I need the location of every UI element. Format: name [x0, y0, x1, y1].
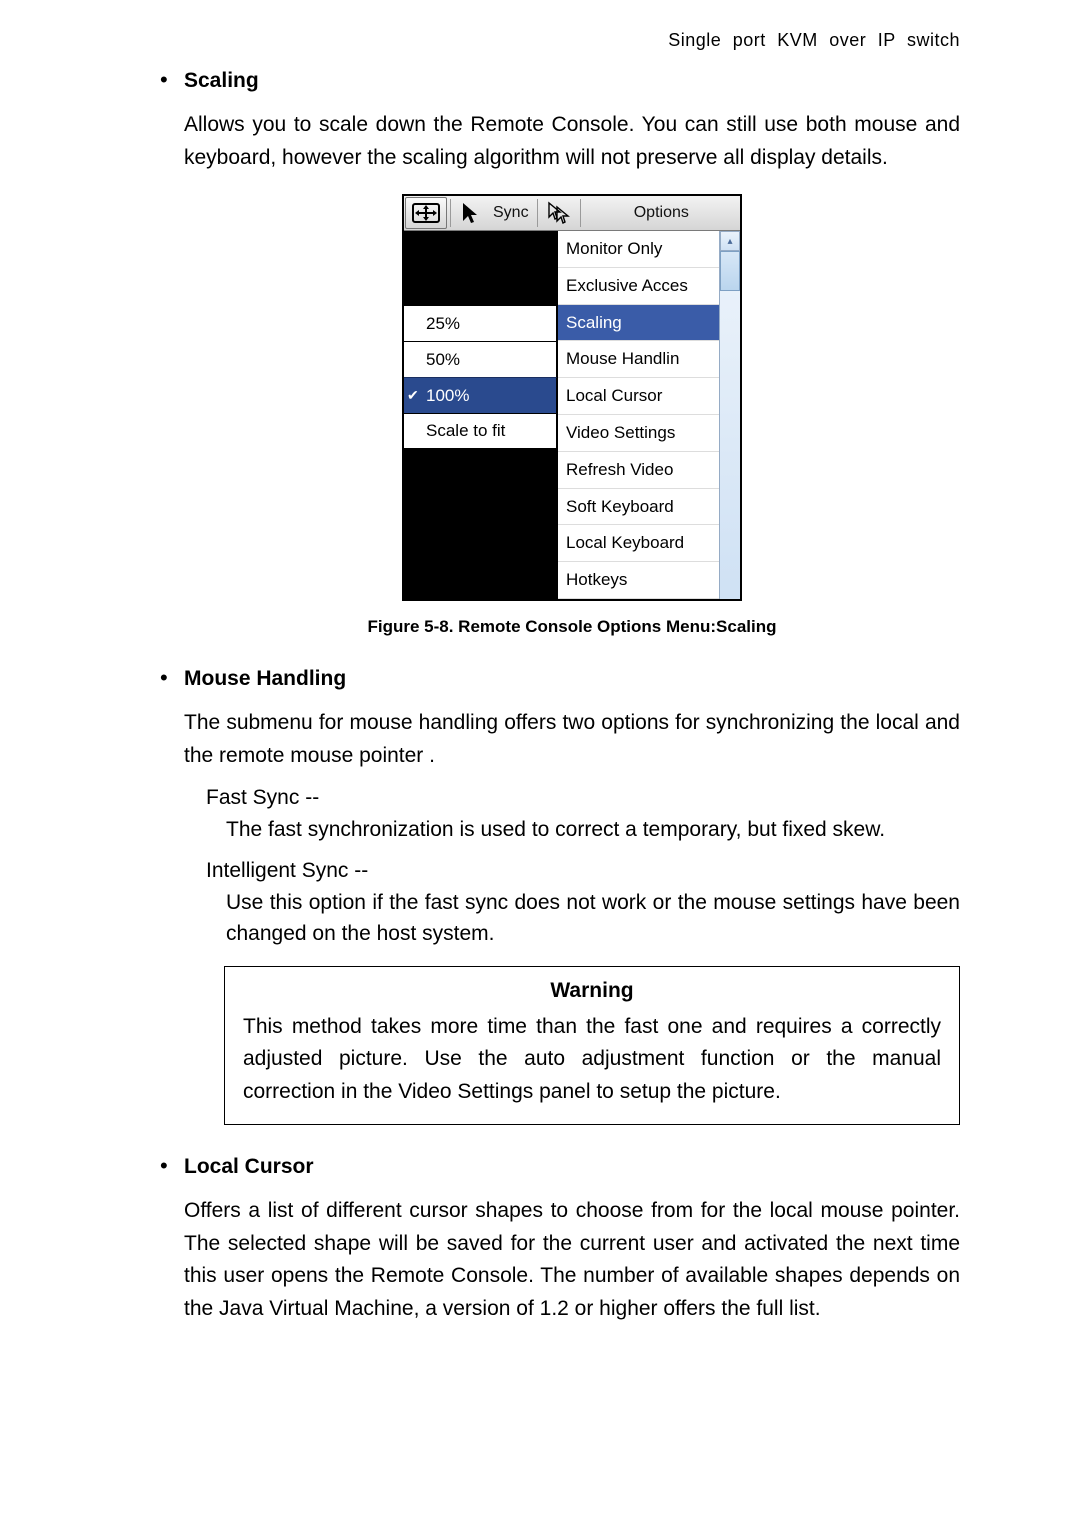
mouse-title: Mouse Handling [184, 667, 960, 691]
rc-body: 25% 50% ✔ 100% Scale to fit Monitor O [404, 231, 740, 599]
scaling-body: Allows you to scale down the Remote Cons… [184, 109, 960, 174]
menu-video-settings[interactable]: Video Settings [558, 415, 719, 452]
scale-100-label: 100% [426, 386, 469, 406]
cursor-title: Local Cursor [184, 1155, 960, 1179]
running-header: Single port KVM over IP switch [160, 30, 960, 51]
options-menu: Monitor Only Exclusive Acces Scaling Mou… [558, 231, 740, 599]
cursor-body: Offers a list of different cursor shapes… [184, 1195, 960, 1325]
warning-box: Warning This method takes more time than… [224, 966, 960, 1126]
scale-25[interactable]: 25% [404, 305, 557, 341]
cursor-icon [460, 201, 480, 225]
cursor-button-2[interactable] [541, 197, 577, 229]
check-icon: ✔ [407, 387, 419, 404]
warning-body: This method takes more time than the fas… [243, 1011, 941, 1109]
scale-to-fit[interactable]: Scale to fit [404, 413, 557, 449]
menu-local-keyboard[interactable]: Local Keyboard [558, 525, 719, 562]
warning-title: Warning [243, 979, 941, 1003]
drag-button[interactable] [405, 197, 447, 229]
options-button[interactable]: Options [583, 196, 740, 230]
scrollbar[interactable]: ▴ [719, 231, 740, 599]
submenu-spacer [404, 231, 557, 305]
figure-caption: Figure 5-8. Remote Console Options Menu:… [368, 617, 777, 637]
menu-mouse-handling[interactable]: Mouse Handlin [558, 341, 719, 378]
toolbar-separator [450, 199, 451, 227]
menu-scaling[interactable]: Scaling [558, 305, 719, 342]
menu-soft-keyboard[interactable]: Soft Keyboard [558, 489, 719, 526]
remote-console-shot: Sync Options [402, 194, 742, 601]
scroll-thumb[interactable] [720, 251, 740, 291]
rc-toolbar: Sync Options [404, 196, 740, 231]
scroll-track[interactable] [720, 291, 740, 599]
submenu-spacer [404, 449, 557, 599]
menu-refresh-video[interactable]: Refresh Video [558, 452, 719, 489]
scale-100[interactable]: ✔ 100% [404, 377, 557, 413]
scroll-up-button[interactable]: ▴ [720, 231, 740, 251]
menu-exclusive-access[interactable]: Exclusive Acces [558, 268, 719, 305]
intelligent-sync-block: Intelligent Sync -- Use this option if t… [206, 855, 960, 950]
toolbar-separator [580, 199, 581, 227]
fast-sync-block: Fast Sync -- The fast synchronization is… [206, 782, 960, 845]
menu-local-cursor[interactable]: Local Cursor [558, 378, 719, 415]
figure-scaling: Sync Options [184, 194, 960, 637]
document-page: Single port KVM over IP switch Scaling A… [0, 0, 1080, 1528]
fast-sync-title: Fast Sync -- [206, 782, 960, 814]
scaling-title: Scaling [184, 69, 960, 93]
section-scaling: Scaling Allows you to scale down the Rem… [160, 69, 960, 637]
cursor-button-1[interactable] [454, 197, 486, 229]
intel-sync-body: Use this option if the fast sync does no… [226, 887, 960, 950]
move-icon [412, 203, 440, 223]
fast-sync-body: The fast synchronization is used to corr… [226, 814, 960, 846]
section-local-cursor: Local Cursor Offers a list of different … [160, 1155, 960, 1325]
scale-50[interactable]: 50% [404, 341, 557, 377]
double-cursor-icon [547, 201, 571, 225]
menu-hotkeys[interactable]: Hotkeys [558, 562, 719, 599]
section-list: Scaling Allows you to scale down the Rem… [160, 69, 960, 1326]
mouse-body: The submenu for mouse handling offers tw… [184, 707, 960, 772]
menu-monitor-only[interactable]: Monitor Only [558, 231, 719, 268]
section-mouse-handling: Mouse Handling The submenu for mouse han… [160, 667, 960, 1125]
intel-sync-title: Intelligent Sync -- [206, 855, 960, 887]
toolbar-separator [537, 199, 538, 227]
scaling-submenu: 25% 50% ✔ 100% Scale to fit [404, 231, 558, 599]
sync-label[interactable]: Sync [487, 196, 535, 230]
options-list: Monitor Only Exclusive Acces Scaling Mou… [558, 231, 719, 599]
